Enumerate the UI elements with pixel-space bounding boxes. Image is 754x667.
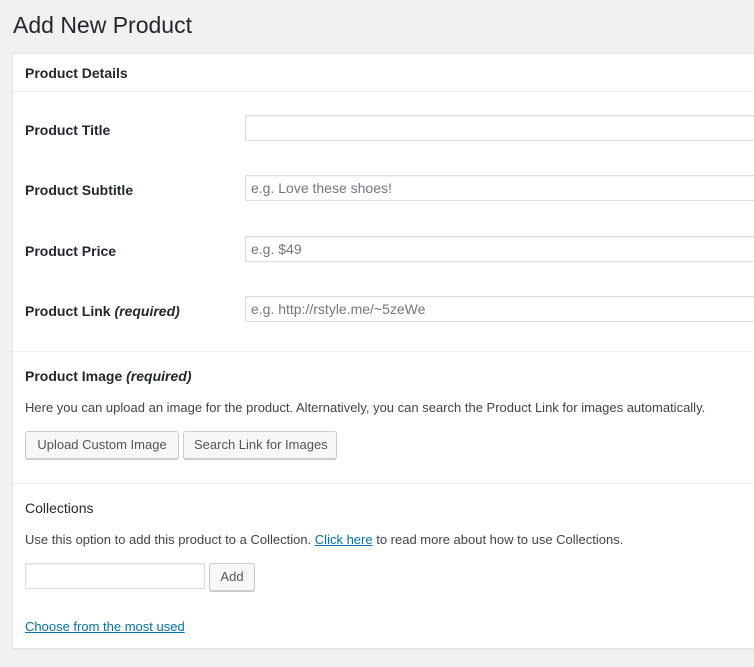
- add-collection-button[interactable]: Add: [209, 563, 255, 591]
- product-price-input[interactable]: [245, 236, 754, 262]
- page-title: Add New Product: [13, 12, 192, 38]
- collections-title: Collections: [25, 500, 94, 516]
- product-subtitle-input[interactable]: [245, 175, 754, 201]
- choose-from-most-used-link[interactable]: Choose from the most used: [25, 618, 185, 636]
- product-title-input[interactable]: [245, 115, 754, 141]
- product-details-box: Product Details Product Title Product Su…: [12, 53, 754, 649]
- search-link-for-images-button[interactable]: Search Link for Images: [183, 431, 337, 459]
- click-here-link[interactable]: Click here: [315, 532, 373, 547]
- product-link-label: Product Link (required): [25, 303, 180, 319]
- product-image-required-note: (required): [126, 368, 192, 384]
- product-title-label: Product Title: [25, 122, 111, 138]
- box-title: Product Details: [25, 65, 128, 81]
- product-price-label: Product Price: [25, 243, 117, 259]
- collection-input[interactable]: [25, 563, 205, 589]
- divider: [13, 483, 754, 484]
- product-image-title: Product Image (required): [25, 368, 192, 384]
- product-image-description: Here you can upload an image for the pro…: [25, 400, 706, 415]
- product-subtitle-label: Product Subtitle: [25, 182, 134, 198]
- product-link-input[interactable]: [245, 296, 754, 322]
- product-link-required-note: (required): [114, 303, 180, 319]
- box-header: Product Details: [13, 54, 754, 92]
- collections-description: Use this option to add this product to a…: [25, 532, 624, 547]
- upload-custom-image-button[interactable]: Upload Custom Image: [25, 431, 179, 459]
- divider: [13, 351, 754, 352]
